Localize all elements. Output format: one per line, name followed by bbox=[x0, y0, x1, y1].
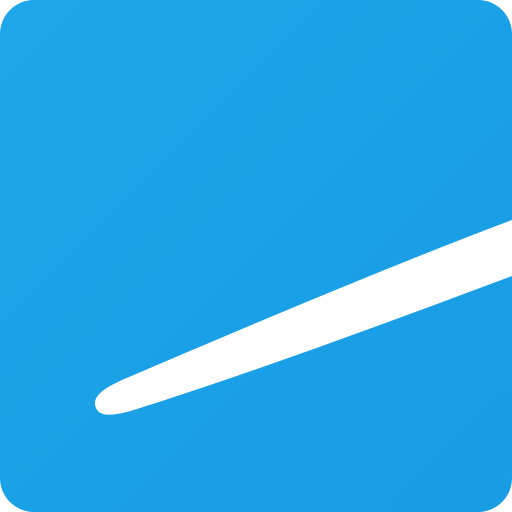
swoosh-icon bbox=[95, 220, 512, 415]
swoosh-stroke bbox=[95, 220, 512, 415]
app-icon[interactable] bbox=[0, 0, 512, 512]
